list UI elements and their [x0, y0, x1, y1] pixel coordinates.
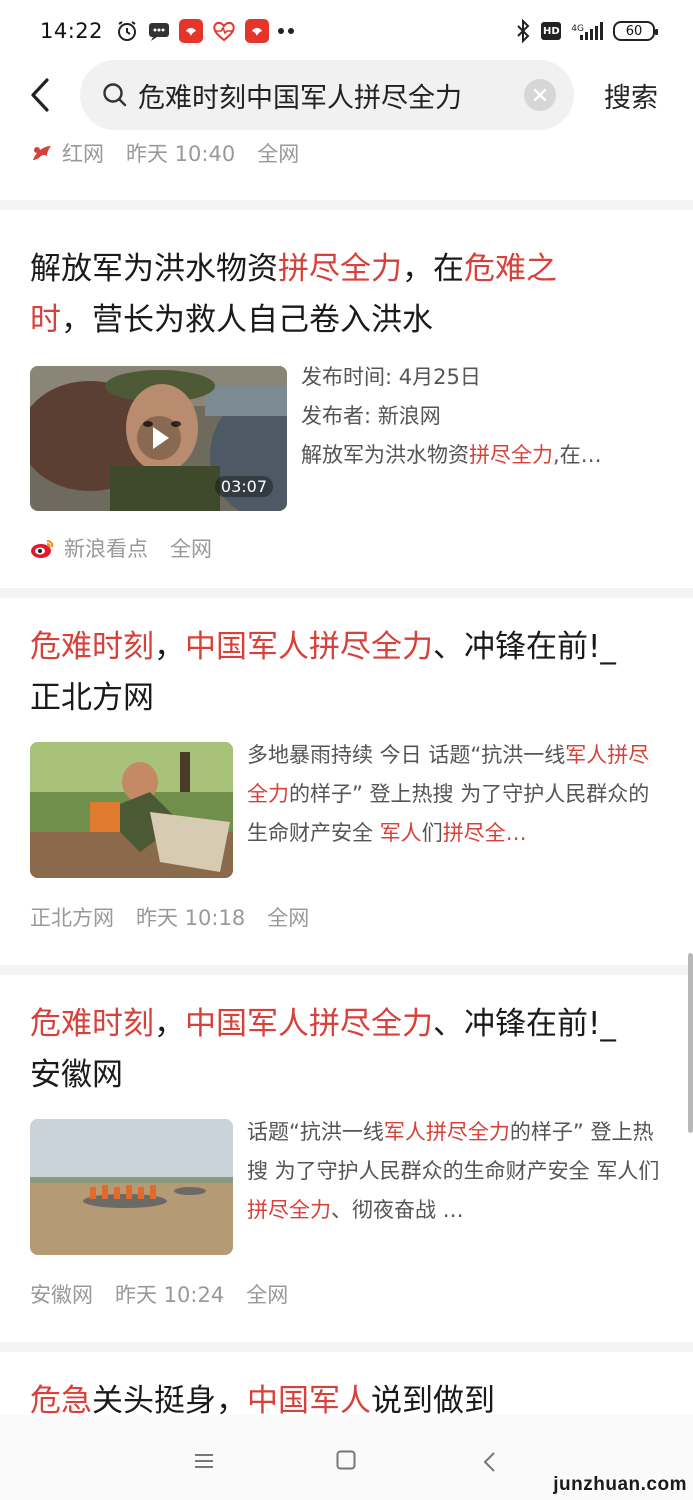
video-thumbnail[interactable]: 03:07: [30, 366, 287, 511]
result-body: 多地暴雨持续 今日 话题“抗洪一线军人拼尽全力的样子” 登上热搜 为了守护人民群…: [30, 742, 663, 878]
result-thumbnail[interactable]: [30, 1119, 233, 1255]
result-card[interactable]: 解放军为洪水物资拼尽全力，在危难之 时，营长为救人自己卷入洪水 03:07 发布…: [0, 210, 693, 588]
result-scope: 全网: [257, 142, 300, 166]
clear-search-button[interactable]: [524, 79, 556, 111]
result-details: 发布时间: 4月25日 发布者: 新浪网 解放军为洪水物资拼尽全力,在…: [301, 358, 602, 511]
results-feed: 红网 昨天 10:40 全网 解放军为洪水物资拼尽全力，在危难之 时，营长为救人自…: [0, 132, 693, 1415]
system-icons: HD 4G 60: [515, 19, 658, 43]
result-scope: 全网: [267, 906, 310, 930]
menu-icon: [195, 1454, 213, 1468]
battery-level: 60: [625, 23, 643, 39]
result-source: 红网: [62, 142, 104, 166]
search-query: 危难时刻中国军人拼尽全力: [138, 82, 462, 114]
publisher: 发布者: 新浪网: [301, 404, 441, 428]
result-meta: 正北方网 昨天 10:18 全网: [30, 902, 663, 932]
weibo-logo-icon: [31, 540, 54, 558]
publish-time: 发布时间: 4月25日: [301, 365, 481, 389]
status-time: 14:22: [40, 19, 104, 43]
video-duration: 03:07: [214, 476, 273, 497]
scroll-indicator[interactable]: [688, 953, 693, 1133]
result-body: 话题“抗洪一线军人拼尽全力的样子” 登上热搜 为了守护人民群众的生命财产安全 军…: [30, 1119, 663, 1255]
result-meta: 安徽网 昨天 10:24 全网: [30, 1279, 663, 1309]
system-back-button[interactable]: [482, 1451, 496, 1477]
alarm-icon: [118, 21, 137, 41]
news-app-icon-2: [245, 19, 270, 43]
flood-rescue-photo: [30, 742, 233, 878]
close-icon: [533, 88, 547, 102]
message-icon: [149, 23, 170, 41]
result-card[interactable]: 红网 昨天 10:40 全网: [0, 132, 693, 200]
result-scope: 全网: [170, 537, 212, 561]
back-button[interactable]: [0, 58, 80, 132]
recent-apps-button[interactable]: [194, 1453, 214, 1473]
result-time: 昨天 10:40: [126, 142, 236, 166]
result-source: 新浪看点: [64, 537, 148, 561]
result-title[interactable]: 危难时刻，中国军人拼尽全力、冲锋在前!_ 正北方网: [30, 622, 663, 724]
signal-icon: 4G: [571, 22, 603, 40]
back-arrow-icon: [483, 1452, 495, 1472]
result-title[interactable]: 危急关头挺身，中国军人说到做到: [30, 1376, 663, 1415]
hd-icon: HD: [541, 22, 562, 40]
result-title[interactable]: 危难时刻，中国军人拼尽全力、冲锋在前!_ 安徽网: [30, 999, 663, 1101]
result-source: 安徽网: [30, 1283, 93, 1307]
search-submit-button[interactable]: 搜索: [604, 76, 658, 115]
news-app-icon: [179, 19, 204, 43]
hongwang-logo-icon: [33, 146, 51, 160]
chevron-left-icon: [31, 78, 49, 112]
status-bar: 14:22 HD 4G 60: [0, 0, 693, 62]
result-meta: 新浪看点 全网: [30, 533, 663, 563]
home-square-icon: [336, 1450, 356, 1470]
health-icon: [213, 21, 235, 42]
result-snippet: 话题“抗洪一线军人拼尽全力的样子” 登上热搜 为了守护人民群众的生命财产安全 军…: [247, 1120, 660, 1222]
result-time: 昨天 10:24: [115, 1283, 225, 1307]
result-title[interactable]: 解放军为洪水物资拼尽全力，在危难之 时，营长为救人自己卷入洪水: [30, 244, 663, 346]
result-source: 正北方网: [30, 906, 114, 930]
result-scope: 全网: [246, 1283, 289, 1307]
result-snippet: 多地暴雨持续 今日 话题“抗洪一线军人拼尽全力的样子” 登上热搜 为了守护人民群…: [247, 743, 650, 845]
search-icon: [103, 83, 127, 107]
bluetooth-icon: [517, 19, 530, 43]
result-thumbnail[interactable]: [30, 742, 233, 878]
result-time: 昨天 10:18: [136, 906, 246, 930]
result-card[interactable]: 危难时刻，中国军人拼尽全力、冲锋在前!_ 正北方网 多地暴雨持续 今日 话题“抗洪…: [0, 598, 693, 965]
result-card[interactable]: 危急关头挺身，中国军人说到做到: [0, 1352, 693, 1415]
result-snippet: 解放军为洪水物资拼尽全力,在…: [301, 443, 602, 467]
battery-icon: 60: [613, 21, 658, 41]
boat-rescue-photo: [30, 1119, 233, 1255]
watermark: junzhuan.com: [553, 1474, 687, 1495]
search-input[interactable]: 危难时刻中国军人拼尽全力: [80, 60, 574, 130]
notification-icons: [115, 19, 295, 43]
result-meta: 红网 昨天 10:40 全网: [30, 138, 663, 168]
result-card[interactable]: 危难时刻，中国军人拼尽全力、冲锋在前!_ 安徽网 话题“抗洪一线军人拼尽全力的样…: [0, 975, 693, 1342]
search-header: 危难时刻中国军人拼尽全力 搜索: [0, 58, 693, 132]
play-icon[interactable]: [134, 416, 184, 460]
more-notifications-icon: [278, 28, 295, 34]
result-body: 03:07 发布时间: 4月25日 发布者: 新浪网 解放军为洪水物资拼尽全力,…: [30, 365, 663, 511]
home-button[interactable]: [336, 1450, 356, 1474]
